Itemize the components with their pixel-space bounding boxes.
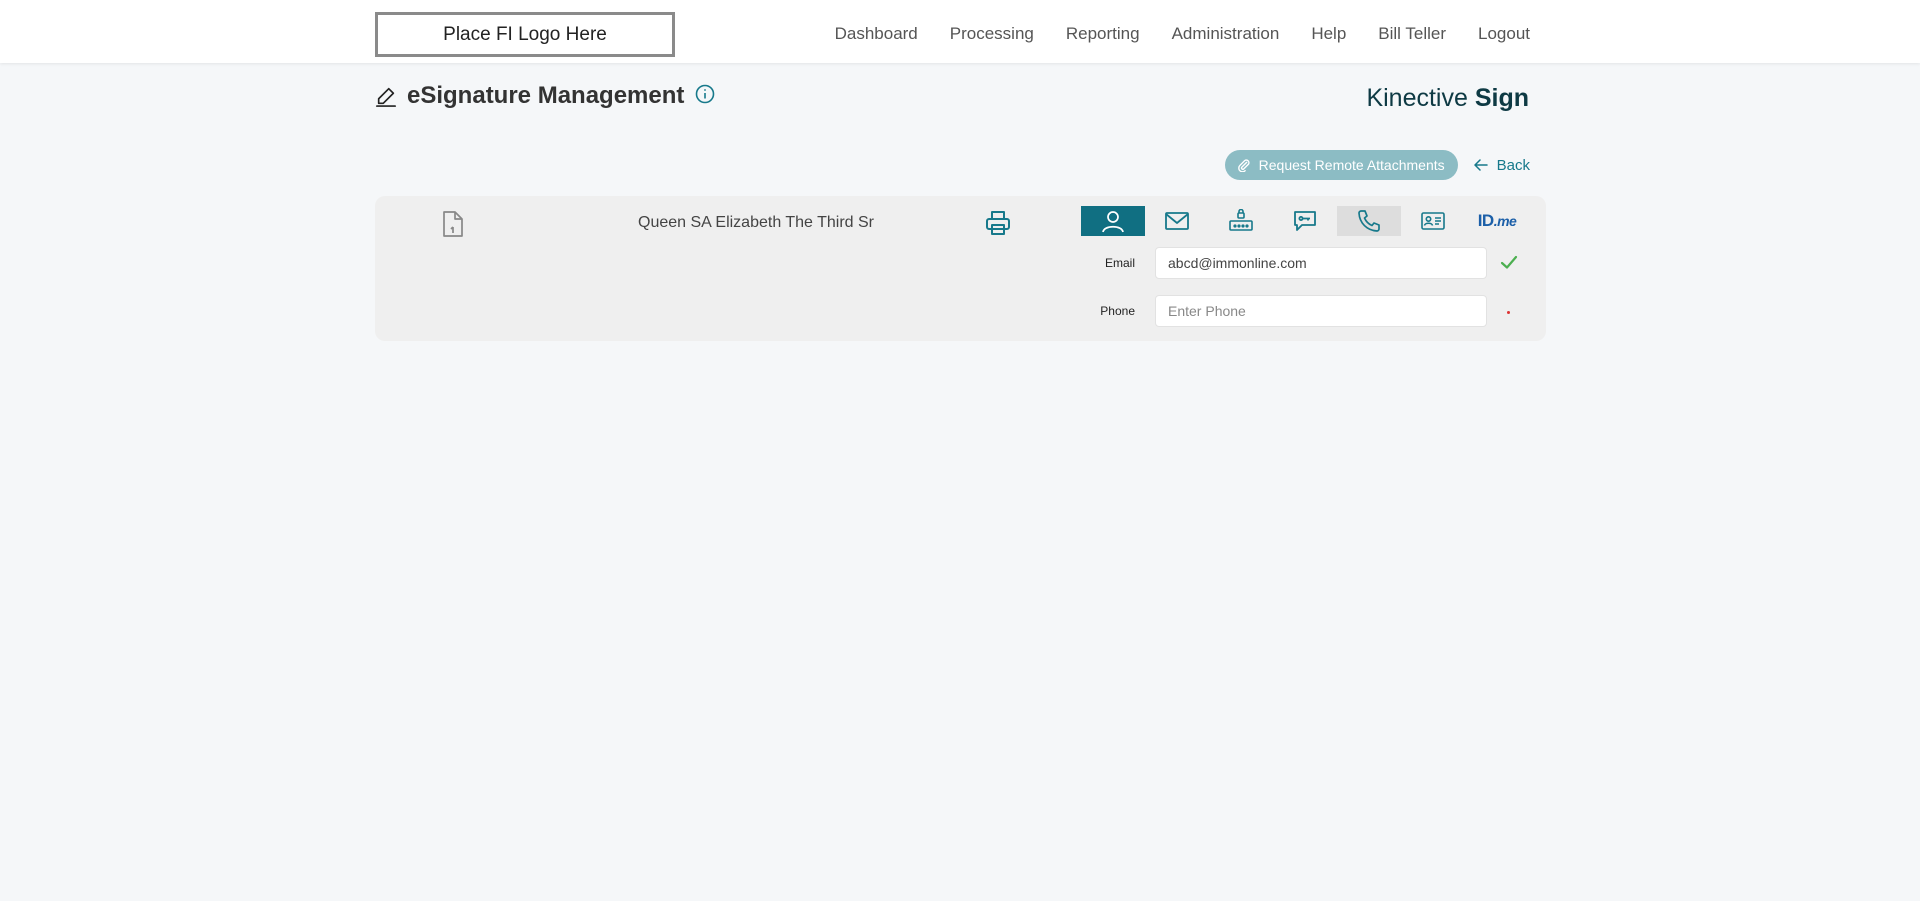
request-remote-attachments-label: Request Remote Attachments [1258,157,1445,173]
signature-pen-icon [376,87,396,107]
main-nav: Dashboard Processing Reporting Administr… [819,0,1530,68]
lock-keypad-icon [1229,209,1253,231]
page-title-row: eSignature Management [375,82,715,110]
tab-idme[interactable]: ID.me [1465,206,1529,236]
fi-logo-placeholder[interactable]: Place FI Logo Here [375,12,675,57]
tab-id-card[interactable] [1401,206,1465,236]
action-row: Request Remote Attachments Back [1224,150,1530,180]
paperclip-icon [1237,159,1250,172]
brand-name-bold: Sign [1474,84,1529,112]
nav-reporting[interactable]: Reporting [1050,24,1156,44]
tab-sms-code[interactable] [1273,206,1337,236]
nav-help[interactable]: Help [1295,24,1362,44]
page-title: eSignature Management [407,82,685,109]
document-icon[interactable] [442,210,464,238]
person-icon [1102,211,1124,233]
idme-icon: ID.me [1478,211,1517,231]
brand-name-light: Kinective [1366,84,1475,112]
nav-user-menu[interactable]: Bill Teller [1362,24,1462,44]
kinective-sign-logo: Kinective Sign [1366,84,1529,113]
tab-email[interactable] [1145,206,1209,236]
phone-label: Phone [1100,304,1135,318]
idme-text: ID [1477,211,1495,230]
info-icon[interactable] [695,84,715,104]
id-card-icon [1421,212,1445,230]
nav-logout[interactable]: Logout [1462,24,1530,44]
arrow-left-icon [1473,159,1488,171]
phone-field[interactable] [1155,295,1487,327]
mail-icon [1165,212,1189,230]
idme-suffix: .me [1493,213,1517,229]
tab-signer-identity[interactable] [1081,206,1145,236]
verification-tabs: ID.me [1081,206,1529,236]
email-label: Email [1104,256,1135,270]
check-icon [1500,255,1518,269]
back-label: Back [1496,156,1530,174]
tab-phone[interactable] [1337,206,1401,236]
signer-card: Queen SA Elizabeth The Third Sr ID.me Em… [375,196,1546,341]
nav-dashboard[interactable]: Dashboard [819,24,934,44]
printer-icon[interactable] [984,209,1012,237]
chat-key-icon [1294,211,1316,231]
email-field[interactable] [1155,247,1487,279]
nav-administration[interactable]: Administration [1156,24,1296,44]
phone-icon [1358,210,1380,232]
tab-access-code[interactable] [1209,206,1273,236]
required-indicator [1507,311,1510,314]
signer-name: Queen SA Elizabeth The Third Sr [638,214,874,231]
top-navbar: Place FI Logo Here Dashboard Processing … [0,0,1920,63]
request-remote-attachments-button[interactable]: Request Remote Attachments [1224,150,1458,180]
nav-processing[interactable]: Processing [934,24,1050,44]
back-link[interactable]: Back [1473,156,1530,174]
